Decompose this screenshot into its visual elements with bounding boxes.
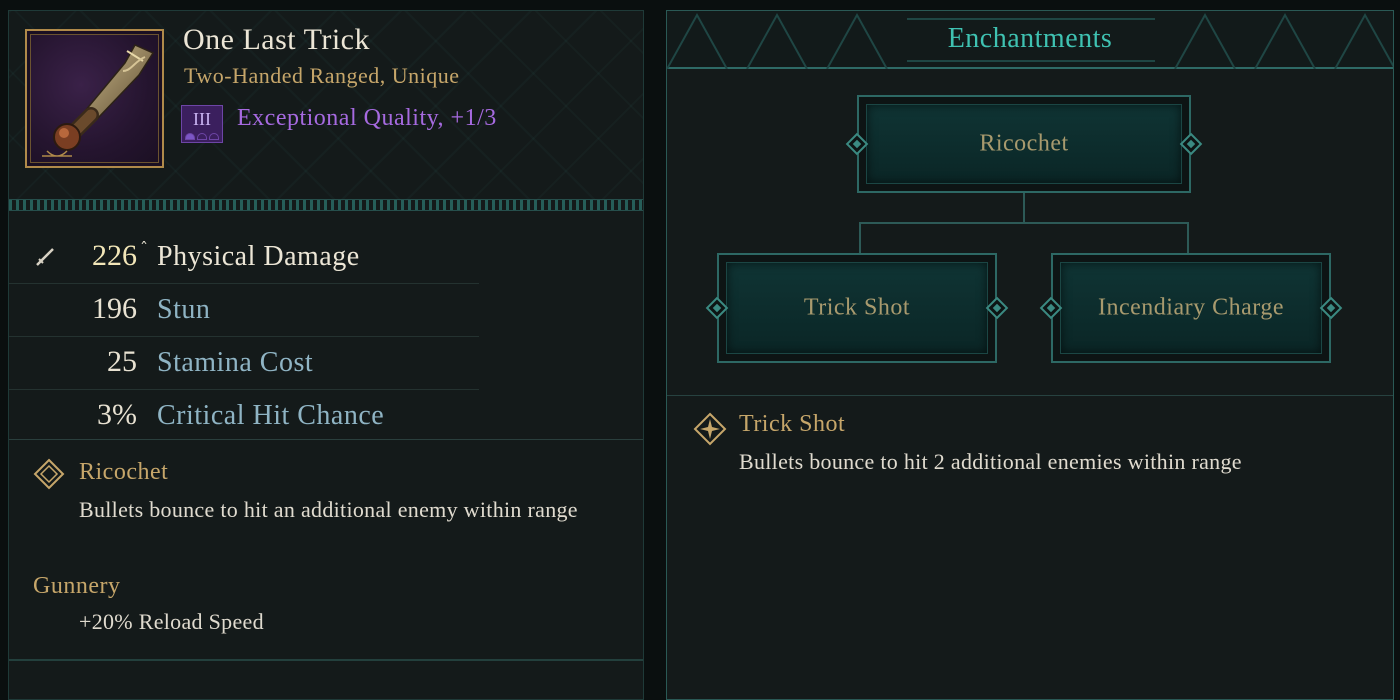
- quality-pip: [209, 133, 219, 140]
- item-type: Two-Handed Ranged, Unique: [184, 63, 460, 88]
- node-label: Ricochet: [979, 130, 1069, 157]
- item-tooltip-panel: One Last Trick Two-Handed Ranged, Unique…: [8, 10, 644, 700]
- stat-label: Physical Damage: [157, 241, 360, 272]
- stat-label: Critical Hit Chance: [157, 400, 385, 431]
- node-connector-diamond-icon: [1039, 296, 1063, 320]
- enchantments-header: Enchantments: [667, 11, 1393, 69]
- item-name: One Last Trick: [183, 23, 370, 56]
- stat-row-stamina-cost: 25 Stamina Cost: [9, 337, 479, 390]
- header-divider: [9, 199, 643, 211]
- selected-enchantment-name: Trick Shot: [739, 411, 846, 437]
- enchant-node-incendiary-charge[interactable]: Incendiary Charge: [1039, 253, 1343, 363]
- node-connector-diamond-icon: [845, 132, 869, 156]
- sword-icon: [36, 248, 54, 266]
- node-connector-diamond-icon: [1319, 296, 1343, 320]
- node-connector-diamond-icon: [705, 296, 729, 320]
- stat-value: 196: [92, 292, 137, 325]
- stat-row-critical-hit-chance: 3% Critical Hit Chance: [9, 390, 479, 443]
- stats-divider: [9, 439, 643, 440]
- quality-pip: [197, 133, 207, 140]
- diamond-icon: [33, 458, 65, 490]
- stat-value: 3%: [97, 398, 137, 431]
- tree-connector: [1023, 193, 1025, 223]
- stat-upgrade-arrow-icon: ˆ: [140, 239, 148, 258]
- stat-label: Stamina Cost: [157, 347, 314, 378]
- node-inner: Ricochet: [866, 104, 1182, 184]
- stat-row-physical-damage: 226 ˆ Physical Damage: [9, 231, 479, 284]
- node-label: Incendiary Charge: [1098, 294, 1284, 321]
- enchant-node-trick-shot[interactable]: Trick Shot: [705, 253, 1009, 363]
- node-connector-diamond-icon: [985, 296, 1009, 320]
- skill-name: Gunnery: [33, 573, 121, 599]
- enchantments-panel: Enchantments Ricochet Trick Shot Incendi…: [666, 10, 1394, 700]
- tree-connector: [1187, 222, 1189, 253]
- quality-text: Exceptional Quality, +1/3: [237, 105, 497, 131]
- skill-bonus: +20% Reload Speed: [79, 609, 264, 634]
- tree-connector: [859, 222, 1189, 224]
- diamond-icon: [693, 412, 727, 446]
- stat-value: 25: [107, 345, 137, 378]
- tree-connector: [859, 222, 861, 253]
- stat-value: 226: [92, 239, 137, 272]
- node-label: Trick Shot: [803, 294, 911, 321]
- quality-pip: [185, 133, 195, 140]
- enchantment-description: Bullets bounce to hit an additional enem…: [79, 497, 578, 522]
- quality-tier-numeral: III: [193, 109, 211, 129]
- enchant-node-ricochet[interactable]: Ricochet: [845, 95, 1203, 193]
- item-weapon-icon: [25, 29, 164, 168]
- node-inner: Incendiary Charge: [1060, 262, 1322, 354]
- stat-row-stun: 196 Stun: [9, 284, 479, 337]
- quality-pips: [185, 133, 219, 140]
- stat-label: Stun: [157, 294, 211, 325]
- quality-tier-badge: III: [181, 105, 223, 143]
- node-connector-diamond-icon: [1179, 132, 1203, 156]
- selected-enchantment-description: Bullets bounce to hit 2 additional enemi…: [739, 449, 1242, 474]
- tree-divider: [667, 395, 1393, 396]
- node-inner: Trick Shot: [726, 262, 988, 354]
- bottom-divider: [9, 659, 643, 661]
- enchantments-title: Enchantments: [947, 23, 1113, 54]
- enchantment-name: Ricochet: [79, 459, 169, 485]
